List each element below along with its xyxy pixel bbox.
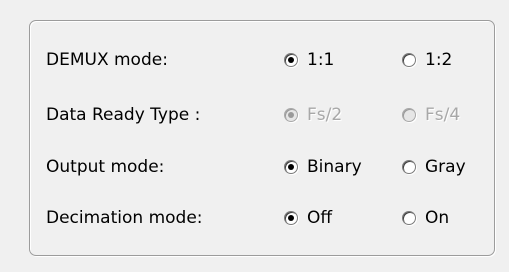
data-ready-fs4-label: Fs/4	[425, 105, 461, 125]
radio-unchecked-disabled-icon	[402, 108, 416, 122]
output-mode-binary-radio[interactable]: Binary	[284, 152, 362, 182]
decimation-mode-on-radio[interactable]: On	[402, 203, 449, 233]
decimation-mode-on-label[interactable]: On	[425, 208, 449, 228]
radio-checked-icon[interactable]	[284, 53, 298, 67]
radio-unchecked-icon[interactable]	[402, 53, 416, 67]
radio-checked-icon[interactable]	[284, 211, 298, 225]
radio-checked-icon[interactable]	[284, 160, 298, 174]
data-ready-type-label: Data Ready Type :	[46, 105, 201, 125]
data-ready-fs4-radio: Fs/4	[402, 100, 460, 130]
data-ready-fs2-label: Fs/2	[307, 105, 343, 125]
demux-mode-1-1-radio[interactable]: 1:1	[284, 45, 334, 75]
output-mode-gray-radio[interactable]: Gray	[402, 152, 466, 182]
demux-mode-1-2-label[interactable]: 1:2	[425, 50, 452, 70]
output-mode-label: Output mode:	[46, 157, 165, 177]
data-ready-fs2-radio: Fs/2	[284, 100, 342, 130]
radio-checked-disabled-icon	[284, 108, 298, 122]
output-mode-binary-label[interactable]: Binary	[307, 157, 362, 177]
radio-unchecked-icon[interactable]	[402, 160, 416, 174]
radio-unchecked-icon[interactable]	[402, 211, 416, 225]
decimation-mode-label: Decimation mode:	[46, 208, 203, 228]
demux-mode-1-1-label[interactable]: 1:1	[307, 50, 334, 70]
demux-mode-row: DEMUX mode: 1:1 1:2	[46, 45, 486, 75]
decimation-mode-off-label[interactable]: Off	[307, 208, 332, 228]
demux-mode-1-2-radio[interactable]: 1:2	[402, 45, 452, 75]
decimation-mode-row: Decimation mode: Off On	[46, 203, 486, 233]
output-mode-row: Output mode: Binary Gray	[46, 152, 486, 182]
demux-mode-label: DEMUX mode:	[46, 50, 168, 70]
decimation-mode-off-radio[interactable]: Off	[284, 203, 332, 233]
output-mode-gray-label[interactable]: Gray	[425, 157, 466, 177]
data-ready-type-row: Data Ready Type : Fs/2 Fs/4	[46, 100, 486, 130]
